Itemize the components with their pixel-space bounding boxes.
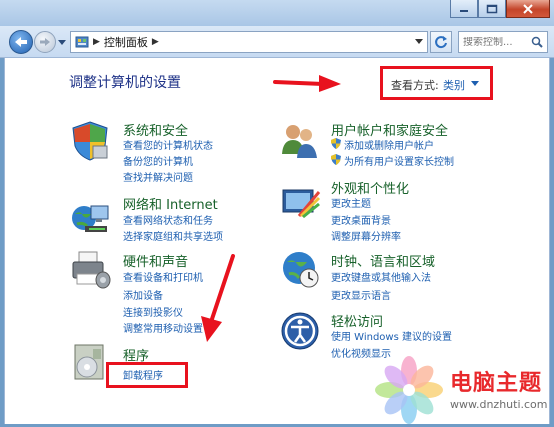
address-dropdown-icon[interactable] (415, 39, 423, 45)
view-by-label: 查看方式: (391, 79, 439, 92)
minimize-button[interactable] (450, 0, 478, 18)
ease-of-access-icon (281, 312, 319, 350)
link-change-theme[interactable]: 更改主题 (331, 195, 371, 210)
link-add-device[interactable]: 添加设备 (123, 287, 163, 302)
link-screen-resolution[interactable]: 调整屏幕分辨率 (331, 228, 401, 243)
link-parental-controls[interactable]: 为所有用户设置家长控制 (331, 153, 454, 168)
view-by-annotation-box: 查看方式: 类别 (380, 66, 493, 100)
link-add-remove-users[interactable]: 添加或删除用户帐户 (331, 137, 434, 152)
programs-icon (74, 344, 104, 380)
forward-arrow-icon (40, 38, 50, 46)
printer-icon (72, 251, 111, 289)
category-title-clock-language[interactable]: 时钟、语言和区域 (331, 251, 435, 270)
page-title: 调整计算机的设置 (69, 75, 181, 91)
flower-logo-icon (375, 356, 443, 424)
link-uninstall-program[interactable]: 卸载程序 (123, 367, 163, 382)
close-icon (523, 3, 533, 14)
link-connect-projector[interactable]: 连接到投影仪 (123, 304, 183, 319)
uac-shield-icon (331, 154, 341, 165)
category-title-network[interactable]: 网络和 Internet (123, 194, 218, 213)
chevron-down-icon[interactable] (471, 81, 479, 86)
maximize-button[interactable] (478, 0, 506, 18)
link-find-fix-problems[interactable]: 查找并解决问题 (123, 169, 193, 184)
link-desktop-background[interactable]: 更改桌面背景 (331, 212, 391, 227)
link-display-language[interactable]: 更改显示语言 (331, 287, 391, 302)
refresh-icon (435, 36, 447, 49)
link-recommended-settings[interactable]: 使用 Windows 建议的设置 (331, 328, 452, 343)
address-bar[interactable]: ▶ 控制面板 ▶ (70, 31, 428, 53)
breadcrumb-control-panel[interactable]: 控制面板 (104, 34, 148, 50)
link-keyboard-input[interactable]: 更改键盘或其他输入法 (331, 269, 431, 284)
view-by-dropdown[interactable]: 类别 (443, 77, 465, 93)
link-add-remove-users-label: 添加或删除用户帐户 (344, 141, 434, 152)
maximize-icon (486, 4, 498, 13)
watermark-title: 电脑主题 (450, 371, 543, 396)
watermark: 电脑主题 www.dnzhuti.com (370, 355, 548, 425)
history-dropdown-icon[interactable] (58, 39, 66, 45)
clock-globe-icon (283, 252, 319, 288)
watermark-url: www.dnzhuti.com (450, 398, 548, 411)
link-devices-printers[interactable]: 查看设备和打印机 (123, 269, 203, 284)
back-arrow-icon (15, 37, 27, 47)
category-title-hardware[interactable]: 硬件和声音 (123, 251, 188, 270)
search-box[interactable] (458, 31, 548, 53)
search-icon[interactable] (531, 36, 543, 48)
close-button[interactable] (506, 0, 550, 18)
back-button[interactable] (9, 30, 33, 54)
annotation-arrow-right (273, 75, 341, 92)
appearance-icon (282, 189, 321, 219)
forward-button[interactable] (34, 31, 56, 53)
minimize-icon (460, 9, 468, 12)
uac-shield-icon (331, 138, 341, 149)
network-globe-icon (72, 205, 109, 232)
link-parental-controls-label: 为所有用户设置家长控制 (344, 157, 454, 168)
refresh-button[interactable] (430, 31, 452, 53)
link-mobility-settings[interactable]: 调整常用移动设置 (123, 320, 203, 335)
navigation-bar: ▶ 控制面板 ▶ (0, 26, 554, 58)
link-backup-computer[interactable]: 备份您的计算机 (123, 153, 193, 168)
shield-icon (72, 121, 108, 161)
control-panel-icon (75, 36, 89, 48)
link-homegroup-sharing[interactable]: 选择家庭组和共享选项 (123, 228, 223, 243)
window-controls (450, 0, 550, 20)
annotation-arrow-down (201, 254, 235, 342)
search-input[interactable] (463, 36, 533, 48)
breadcrumb-separator: ▶ (151, 37, 159, 47)
link-view-computer-status[interactable]: 查看您的计算机状态 (123, 137, 213, 152)
link-network-status[interactable]: 查看网络状态和任务 (123, 212, 213, 227)
users-icon (282, 125, 317, 158)
breadcrumb-separator: ▶ (93, 37, 100, 47)
window-titlebar (0, 0, 554, 26)
